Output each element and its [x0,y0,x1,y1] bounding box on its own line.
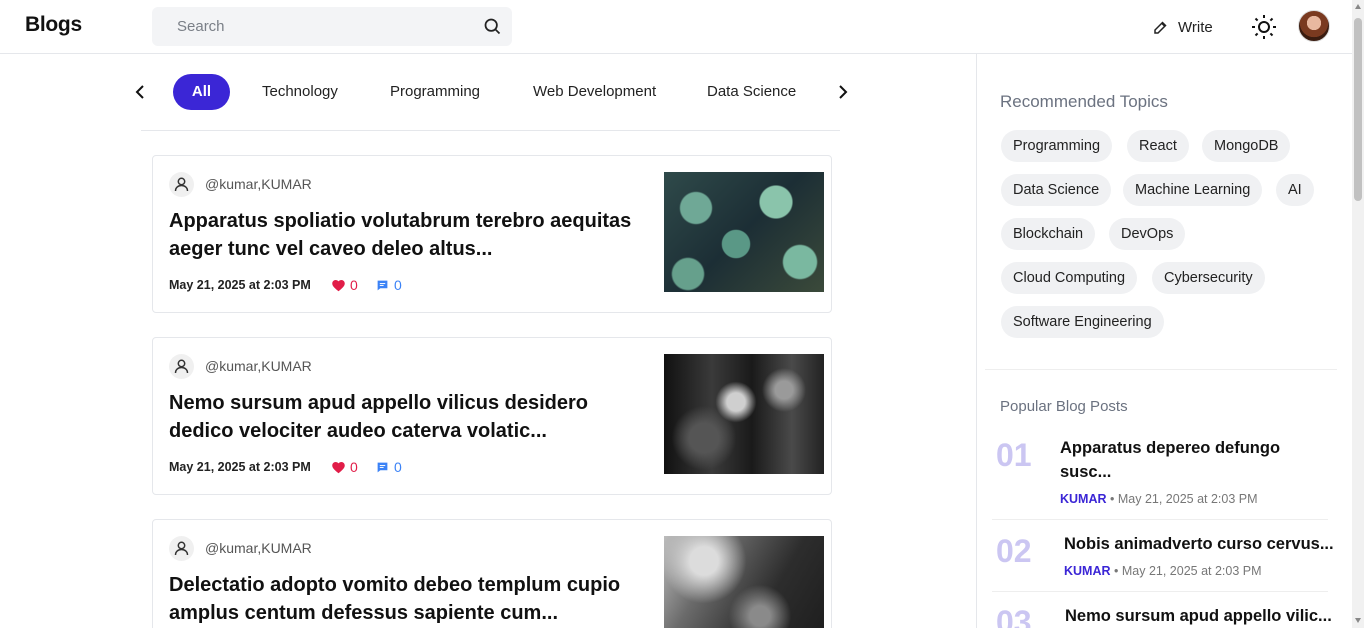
tab-technology[interactable]: Technology [262,74,338,110]
blog-card[interactable]: @kumar,KUMAR Apparatus spoliatio volutab… [152,155,832,313]
post-title[interactable]: Nemo sursum apud appello vilicus desider… [169,389,649,445]
heart-icon [332,280,345,292]
topic-chip[interactable]: DevOps [1109,218,1186,250]
popular-post-date: • May 21, 2025 at 2:03 PM [1110,492,1258,506]
popular-post-rank: 01 [996,437,1032,473]
sidebar-separator [985,369,1337,370]
search-icon[interactable] [482,16,503,37]
recommended-topics-heading: Recommended Topics [1000,92,1168,111]
scroll-thumb[interactable] [1354,18,1362,201]
user-icon [169,172,194,197]
popular-separator [992,519,1328,520]
blog-card[interactable]: @kumar,KUMAR Delectatio adopto vomito de… [152,519,832,628]
post-author[interactable]: @kumar,KUMAR [205,358,312,374]
heart-icon [332,462,345,474]
popular-post-date: • May 21, 2025 at 2:03 PM [1114,564,1262,578]
write-label: Write [1178,18,1213,36]
popular-post-meta: KUMAR • May 21, 2025 at 2:03 PM [1060,492,1258,506]
sidebar-divider [976,54,977,628]
topic-chip[interactable]: Machine Learning [1123,174,1263,206]
popular-posts-heading: Popular Blog Posts [1000,398,1128,415]
popular-post-author[interactable]: KUMAR [1060,492,1107,506]
topic-chip[interactable]: Blockchain [1001,218,1096,250]
comment-icon [377,280,388,290]
tab-programming[interactable]: Programming [390,74,480,110]
top-navbar: Blogs Write [0,0,1352,54]
comment-count: 0 [394,459,402,475]
popular-post-title[interactable]: Nemo sursum apud appello vilic... [1065,604,1332,628]
popular-separator [992,591,1328,592]
chevron-left-icon[interactable] [130,80,150,104]
post-date: May 21, 2025 at 2:03 PM [169,460,311,474]
user-icon [169,354,194,379]
comment-button[interactable]: 0 [376,277,402,293]
category-tabs: All Technology Programming Web Developme… [130,72,850,112]
topic-chip[interactable]: React [1127,130,1189,162]
post-author[interactable]: @kumar,KUMAR [205,176,312,192]
topic-chip[interactable]: Data Science [1001,174,1112,206]
tab-data-science[interactable]: Data Science [707,74,796,110]
page-scrollbar[interactable] [1352,0,1364,628]
popular-post-rank: 03 [996,604,1032,628]
post-thumbnail[interactable] [664,536,824,628]
scroll-up-arrow-icon[interactable] [1355,4,1361,9]
post-date: May 21, 2025 at 2:03 PM [169,278,311,292]
topic-chip[interactable]: Cybersecurity [1152,262,1265,294]
like-count: 0 [350,459,358,475]
chevron-right-icon[interactable] [833,80,853,104]
like-count: 0 [350,277,358,293]
topic-chip[interactable]: MongoDB [1202,130,1291,162]
user-avatar[interactable] [1298,10,1330,42]
comment-icon [377,462,388,472]
like-button[interactable]: 0 [331,459,358,475]
like-button[interactable]: 0 [331,277,358,293]
popular-post-meta: KUMAR • May 21, 2025 at 2:03 PM [1064,564,1262,578]
post-title[interactable]: Apparatus spoliatio volutabrum terebro a… [169,207,649,263]
post-author[interactable]: @kumar,KUMAR [205,540,312,556]
post-thumbnail[interactable] [664,354,824,474]
tab-all[interactable]: All [173,74,230,110]
topic-chip[interactable]: Programming [1001,130,1113,162]
edit-icon [1154,21,1167,34]
popular-post-rank: 02 [996,533,1032,569]
blog-card[interactable]: @kumar,KUMAR Nemo sursum apud appello vi… [152,337,832,495]
comment-button[interactable]: 0 [376,459,402,475]
topic-chip[interactable]: AI [1276,174,1314,206]
tabs-divider [141,130,840,131]
search-input[interactable] [152,7,472,46]
topic-chip[interactable]: Cloud Computing [1001,262,1138,294]
post-title[interactable]: Delectatio adopto vomito debeo templum c… [169,571,649,627]
tab-web-development[interactable]: Web Development [533,74,656,110]
popular-post-author[interactable]: KUMAR [1064,564,1111,578]
search-box [152,7,512,46]
write-button[interactable]: Write [1152,13,1213,41]
topic-chip[interactable]: Software Engineering [1001,306,1164,338]
comment-count: 0 [394,277,402,293]
popular-post-title[interactable]: Apparatus depereo defungo susc... [1060,436,1310,484]
post-thumbnail[interactable] [664,172,824,292]
popular-post-title[interactable]: Nobis animadverto curso cervus... [1064,532,1334,556]
sun-icon[interactable] [1250,13,1278,41]
user-icon [169,536,194,561]
scroll-down-arrow-icon[interactable] [1355,618,1361,623]
site-logo[interactable]: Blogs [25,13,82,37]
